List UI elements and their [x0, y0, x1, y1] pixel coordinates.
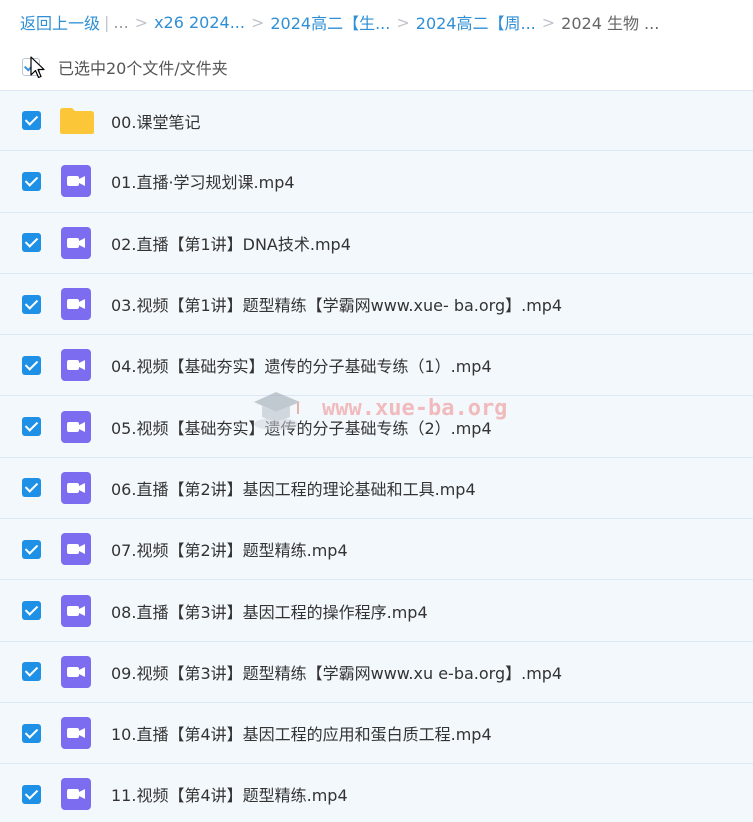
video-file-icon: [61, 778, 91, 811]
video-file-icon: [61, 349, 91, 382]
file-row[interactable]: 11.视频【第4讲】题型精练.mp4: [0, 764, 753, 822]
breadcrumb: 返回上一级 | ... > x26 2024... > 2024高二【生... …: [0, 0, 753, 44]
file-row[interactable]: 04.视频【基础夯实】遗传的分子基础专练（1）.mp4: [0, 335, 753, 397]
row-checkbox[interactable]: [22, 662, 41, 682]
video-file-icon: [61, 165, 91, 198]
file-row[interactable]: 09.视频【第3讲】题型精练【学霸网www.xu e-ba.org】.mp4: [0, 641, 753, 703]
selection-bar: 已选中20个文件/文件夹: [0, 44, 753, 90]
file-row[interactable]: 05.视频【基础夯实】遗传的分子基础专练（2）.mp4: [0, 396, 753, 458]
file-row[interactable]: 02.直播【第1讲】DNA技术.mp4: [0, 212, 753, 274]
file-name[interactable]: 02.直播【第1讲】DNA技术.mp4: [111, 231, 351, 255]
back-link[interactable]: 返回上一级: [20, 10, 100, 34]
selection-count-label: 已选中20个文件/文件夹: [58, 59, 228, 78]
video-file-icon: [61, 717, 91, 750]
file-row[interactable]: 00.课堂笔记: [0, 90, 753, 152]
file-name[interactable]: 11.视频【第4讲】题型精练.mp4: [111, 782, 348, 806]
breadcrumb-item[interactable]: 2024高二【生...: [270, 10, 390, 34]
breadcrumb-divider: |: [104, 12, 110, 32]
row-checkbox[interactable]: [22, 294, 41, 314]
file-row[interactable]: 06.直播【第2讲】基因工程的理论基础和工具.mp4: [0, 457, 753, 520]
video-file-icon: [61, 226, 91, 259]
file-name[interactable]: 03.视频【第1讲】题型精练【学霸网www.xue- ba.org】.mp4: [111, 292, 562, 316]
video-file-icon: [61, 288, 91, 321]
chevron-right-icon: >: [250, 12, 265, 32]
file-row[interactable]: 07.视频【第2讲】题型精练.mp4: [0, 519, 753, 581]
file-name[interactable]: 05.视频【基础夯实】遗传的分子基础专练（2）.mp4: [111, 415, 492, 439]
breadcrumb-ellipsis[interactable]: ...: [113, 13, 128, 32]
file-list: 00.课堂笔记 01.直播·学习规划课.mp4 02.直播【第1讲】DNA技术.mp…: [0, 90, 753, 822]
row-checkbox[interactable]: [22, 355, 41, 375]
row-checkbox[interactable]: [22, 171, 41, 191]
folder-icon: [60, 107, 94, 134]
breadcrumb-item[interactable]: 2024高二【周...: [416, 10, 536, 34]
video-file-icon: [61, 655, 91, 688]
file-name[interactable]: 09.视频【第3讲】题型精练【学霸网www.xu e-ba.org】.mp4: [111, 660, 562, 684]
video-file-icon: [61, 410, 91, 443]
file-name[interactable]: 00.课堂笔记: [111, 109, 200, 133]
chevron-right-icon: >: [396, 12, 410, 32]
video-file-icon: [61, 533, 91, 566]
chevron-right-icon: >: [134, 12, 149, 32]
file-name[interactable]: 01.直播·学习规划课.mp4: [111, 169, 295, 193]
file-row[interactable]: 10.直播【第4讲】基因工程的应用和蛋白质工程.mp4: [0, 702, 753, 765]
row-checkbox[interactable]: [22, 601, 41, 621]
file-row[interactable]: 08.直播【第3讲】基因工程的操作程序.mp4: [0, 580, 753, 642]
row-checkbox[interactable]: [22, 539, 41, 559]
file-name[interactable]: 06.直播【第2讲】基因工程的理论基础和工具.mp4: [111, 476, 476, 500]
file-name[interactable]: 08.直播【第3讲】基因工程的操作程序.mp4: [111, 599, 428, 623]
breadcrumb-current: 2024 生物 ...: [561, 14, 660, 33]
row-checkbox[interactable]: [22, 417, 41, 437]
file-row[interactable]: 03.视频【第1讲】题型精练【学霸网www.xue- ba.org】.mp4: [0, 273, 753, 336]
breadcrumb-item[interactable]: x26 2024...: [154, 13, 245, 32]
file-name[interactable]: 07.视频【第2讲】题型精练.mp4: [111, 537, 348, 561]
row-checkbox[interactable]: [22, 723, 41, 743]
mouse-cursor-icon: [30, 56, 45, 79]
row-checkbox[interactable]: [22, 478, 41, 498]
video-file-icon: [61, 594, 91, 627]
file-row[interactable]: 01.直播·学习规划课.mp4: [0, 151, 753, 213]
chevron-right-icon: >: [541, 12, 556, 32]
video-file-icon: [61, 471, 91, 504]
row-checkbox[interactable]: [22, 111, 41, 131]
file-name[interactable]: 04.视频【基础夯实】遗传的分子基础专练（1）.mp4: [111, 353, 492, 377]
row-checkbox[interactable]: [22, 233, 41, 253]
file-name[interactable]: 10.直播【第4讲】基因工程的应用和蛋白质工程.mp4: [111, 721, 492, 745]
row-checkbox[interactable]: [22, 784, 41, 804]
